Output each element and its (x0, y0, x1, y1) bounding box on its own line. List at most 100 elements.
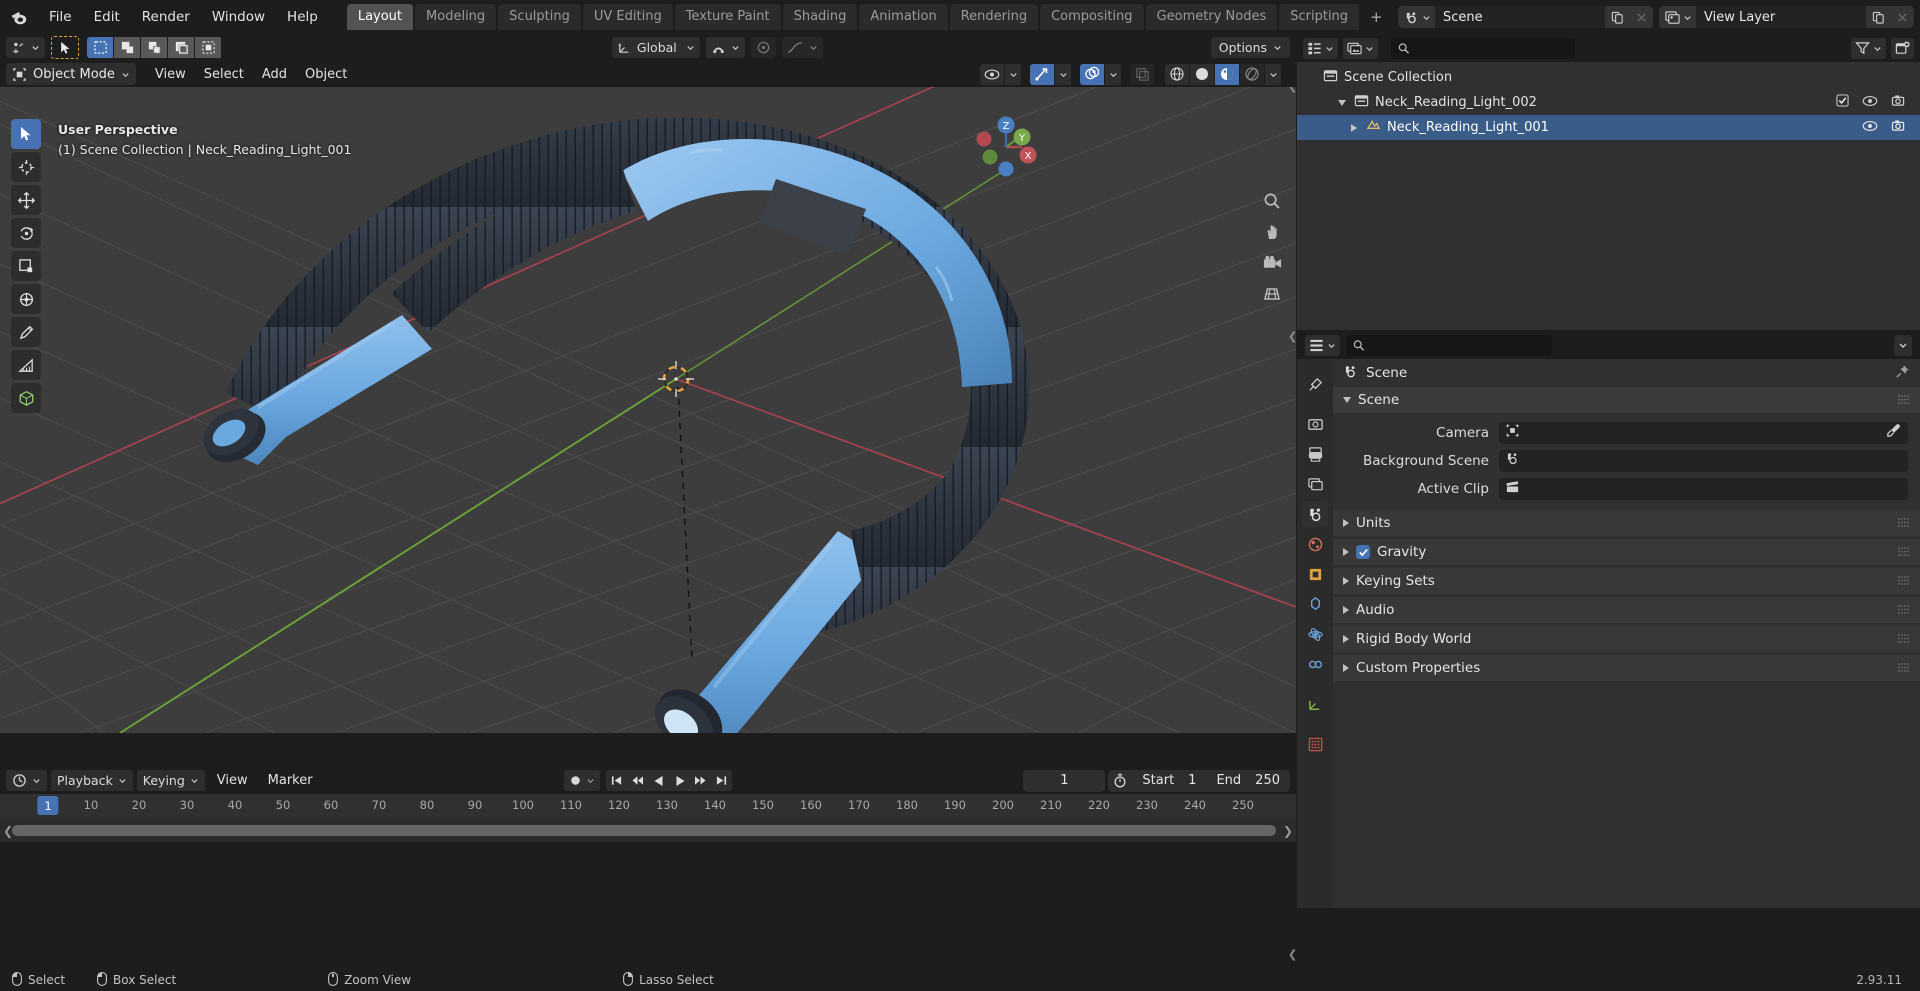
material-tab-icon[interactable] (1302, 731, 1328, 757)
gizmo-dropdown-chevron-down-icon[interactable] (1055, 63, 1071, 85)
view-layer-tab-icon[interactable] (1302, 471, 1328, 497)
overlays-dropdown-chevron-down-icon[interactable] (1105, 63, 1121, 85)
x-icon[interactable] (1629, 6, 1653, 28)
panel-header-scene[interactable]: Scene (1333, 387, 1920, 413)
menu-file[interactable]: File (38, 6, 83, 28)
play-icon[interactable] (669, 770, 690, 791)
active-clip-field[interactable] (1499, 477, 1908, 500)
outliner-icon[interactable] (1303, 37, 1338, 59)
set-select-icon[interactable] (87, 37, 113, 58)
timeline-playhead[interactable]: 1 (37, 796, 59, 815)
annotate-tool-icon[interactable] (11, 317, 41, 347)
eye-icon[interactable] (1862, 95, 1878, 111)
funnel-icon[interactable] (1851, 37, 1886, 59)
scene-name-field[interactable]: Scene (1435, 6, 1605, 28)
navigation-gizmo[interactable]: Z Y X (970, 111, 1037, 177)
eye-icon[interactable] (980, 63, 1004, 85)
render-tab-icon[interactable] (1302, 411, 1328, 437)
invert-select-icon[interactable] (168, 37, 194, 58)
wireframe-icon[interactable] (1165, 63, 1189, 85)
tab-rendering[interactable]: Rendering (949, 4, 1039, 30)
constraint-tab-icon[interactable] (1302, 651, 1328, 677)
zoom-icon[interactable] (1260, 189, 1284, 213)
outliner-row-neck-reading-light-002[interactable]: Neck_Reading_Light_002 (1297, 90, 1920, 115)
output-tab-icon[interactable] (1302, 441, 1328, 467)
next-keyframe-icon[interactable] (690, 770, 711, 791)
camera-icon[interactable] (1891, 119, 1906, 136)
timeline-scrollbar[interactable] (12, 825, 1276, 836)
tab-modeling[interactable]: Modeling (415, 4, 497, 30)
scale-tool-icon[interactable] (11, 251, 41, 281)
panel-header-gravity[interactable]: Gravity (1333, 539, 1920, 565)
rendered-icon[interactable] (1240, 63, 1264, 85)
camera-field[interactable] (1499, 421, 1908, 444)
tab-animation[interactable]: Animation (859, 4, 948, 30)
move-tool-icon[interactable] (11, 185, 41, 215)
timeline-menu-marker[interactable]: Marker (260, 771, 321, 790)
outliner-search-field[interactable] (1414, 40, 1568, 56)
chevron-right-icon[interactable] (1347, 123, 1360, 132)
viewport-menu-select[interactable]: Select (195, 65, 253, 84)
viewport-menu-view[interactable]: View (146, 65, 195, 84)
camera-view-icon[interactable] (1260, 251, 1284, 275)
scene-selector[interactable]: Scene (1398, 6, 1653, 28)
panel-header-custom-properties[interactable]: Custom Properties (1333, 655, 1920, 681)
object-tab-icon[interactable] (1302, 561, 1328, 587)
editor-type-icon[interactable] (6, 37, 45, 58)
menu-render[interactable]: Render (131, 6, 201, 28)
add-workspace-button[interactable]: + (1361, 8, 1392, 26)
scroll-right-arrow-icon[interactable]: ❯ (1283, 824, 1293, 838)
tab-texture-paint[interactable]: Texture Paint (674, 4, 781, 30)
auto-keying-toggle[interactable] (564, 770, 600, 791)
object-mode-selector[interactable]: Object Mode (6, 63, 136, 85)
measure-tool-icon[interactable] (11, 350, 41, 380)
tweak-tool-icon[interactable] (11, 119, 41, 149)
properties-search-field[interactable] (1369, 337, 1545, 353)
panel-collapse-arrow-icon[interactable]: ❮ (1288, 948, 1297, 961)
chevron-down-icon[interactable] (1335, 99, 1348, 106)
playback-dropdown[interactable]: Playback (51, 770, 133, 791)
ortho-persp-icon[interactable] (1260, 282, 1284, 306)
background-scene-field[interactable] (1499, 449, 1908, 472)
viewport-menu-object[interactable]: Object (296, 65, 356, 84)
outliner-row-scene-collection[interactable]: Scene Collection (1297, 65, 1920, 90)
duplicate-icon[interactable] (1605, 6, 1629, 28)
properties-editor-icon[interactable] (1305, 334, 1340, 356)
filter-id-icon[interactable] (1343, 37, 1378, 59)
panel-header-audio[interactable]: Audio (1333, 597, 1920, 623)
scene-icon[interactable] (1398, 6, 1435, 28)
prev-keyframe-icon[interactable] (627, 770, 648, 791)
visibility-dropdown-chevron-down-icon[interactable] (1005, 63, 1021, 85)
physics-tab-icon[interactable] (1302, 621, 1328, 647)
magnet-icon[interactable] (705, 37, 745, 58)
material-preview-icon[interactable] (1215, 63, 1239, 85)
blender-logo-icon[interactable] (0, 8, 38, 27)
modifier-tab-icon[interactable] (1302, 591, 1328, 617)
panel-header-rigid-body-world[interactable]: Rigid Body World (1333, 626, 1920, 652)
pin-icon[interactable] (1895, 364, 1910, 383)
extend-select-icon[interactable] (114, 37, 140, 58)
intersect-select-icon[interactable] (195, 37, 221, 58)
add-cube-tool-icon[interactable] (11, 383, 41, 413)
viewport-menu-add[interactable]: Add (253, 65, 296, 84)
panel-header-units[interactable]: Units (1333, 510, 1920, 536)
tab-geometry-nodes[interactable]: Geometry Nodes (1145, 4, 1278, 30)
viewport-options-button[interactable]: Options (1210, 37, 1291, 58)
timeline-ruler[interactable]: 1 10 20 30 40 50 60 70 80 90 100 110 120… (0, 794, 1296, 820)
tab-compositing[interactable]: Compositing (1040, 4, 1144, 30)
keying-dropdown[interactable]: Keying (136, 770, 205, 791)
eyedropper-icon[interactable] (1886, 423, 1901, 442)
jump-start-icon[interactable] (606, 770, 627, 791)
tab-uv-editing[interactable]: UV Editing (582, 4, 673, 30)
menu-help[interactable]: Help (276, 6, 329, 28)
outliner-search-input[interactable] (1391, 37, 1575, 59)
falloff-curve-icon[interactable] (781, 37, 823, 58)
shading-dropdown-chevron-down-icon[interactable] (1265, 63, 1281, 85)
tab-layout[interactable]: Layout (346, 4, 414, 30)
proportional-edit-icon[interactable] (750, 37, 776, 58)
tab-scripting[interactable]: Scripting (1279, 4, 1360, 30)
transform-orientation-selector[interactable]: Global (611, 37, 700, 58)
eye-icon[interactable] (1862, 120, 1878, 136)
end-frame-field[interactable]: End 250 (1206, 773, 1290, 788)
outliner-row-neck-reading-light-001[interactable]: Neck_Reading_Light_001 (1297, 115, 1920, 140)
